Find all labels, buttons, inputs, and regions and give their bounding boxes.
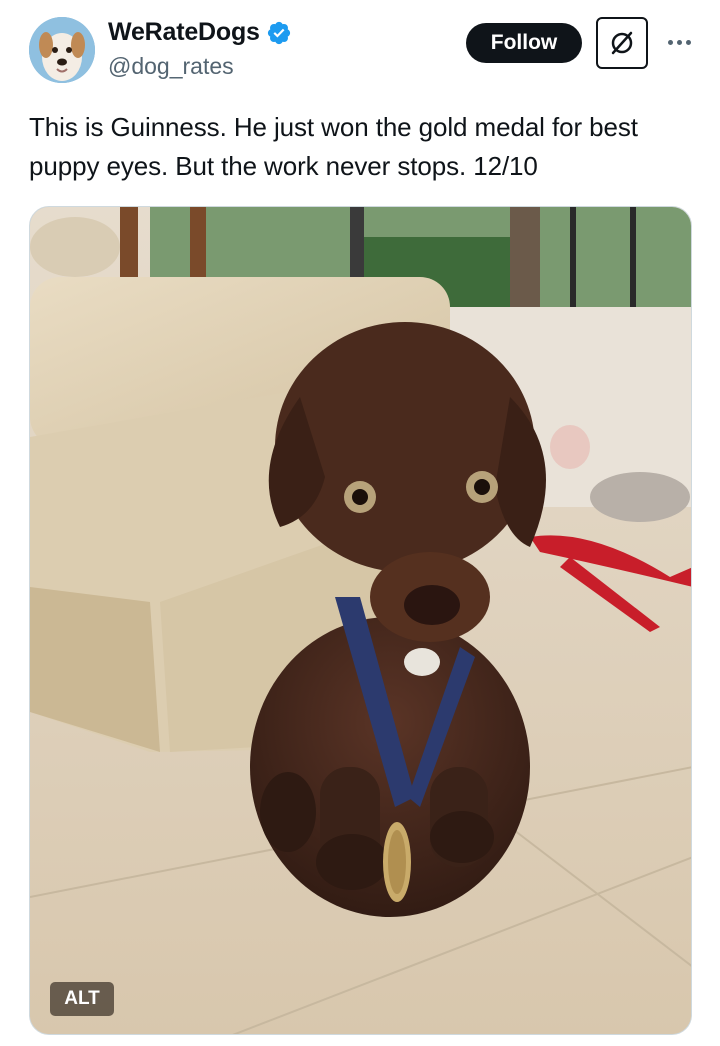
follow-button[interactable]: Follow (466, 23, 582, 63)
verified-badge-icon (266, 20, 292, 46)
more-horizontal-icon (667, 39, 673, 45)
author-avatar[interactable] (29, 17, 95, 83)
puppy-photo (30, 207, 691, 1034)
grok-button[interactable] (596, 17, 648, 69)
more-horizontal-icon (685, 39, 691, 45)
author-display-name[interactable]: WeRateDogs (108, 18, 260, 47)
dog-avatar-icon (29, 17, 95, 83)
author-handle[interactable]: @dog_rates (108, 53, 234, 80)
tweet-text: This is Guinness. He just won the gold m… (29, 112, 638, 181)
author-name-row: WeRateDogs (108, 18, 292, 47)
alt-text-badge[interactable]: ALT (50, 982, 114, 1016)
tweet-photo[interactable]: ALT (29, 206, 692, 1035)
tweet-header: WeRateDogs @dog_rates Follow (0, 0, 720, 100)
slashed-circle-icon (611, 31, 633, 55)
more-horizontal-icon (676, 39, 682, 45)
more-options-button[interactable] (664, 30, 694, 54)
